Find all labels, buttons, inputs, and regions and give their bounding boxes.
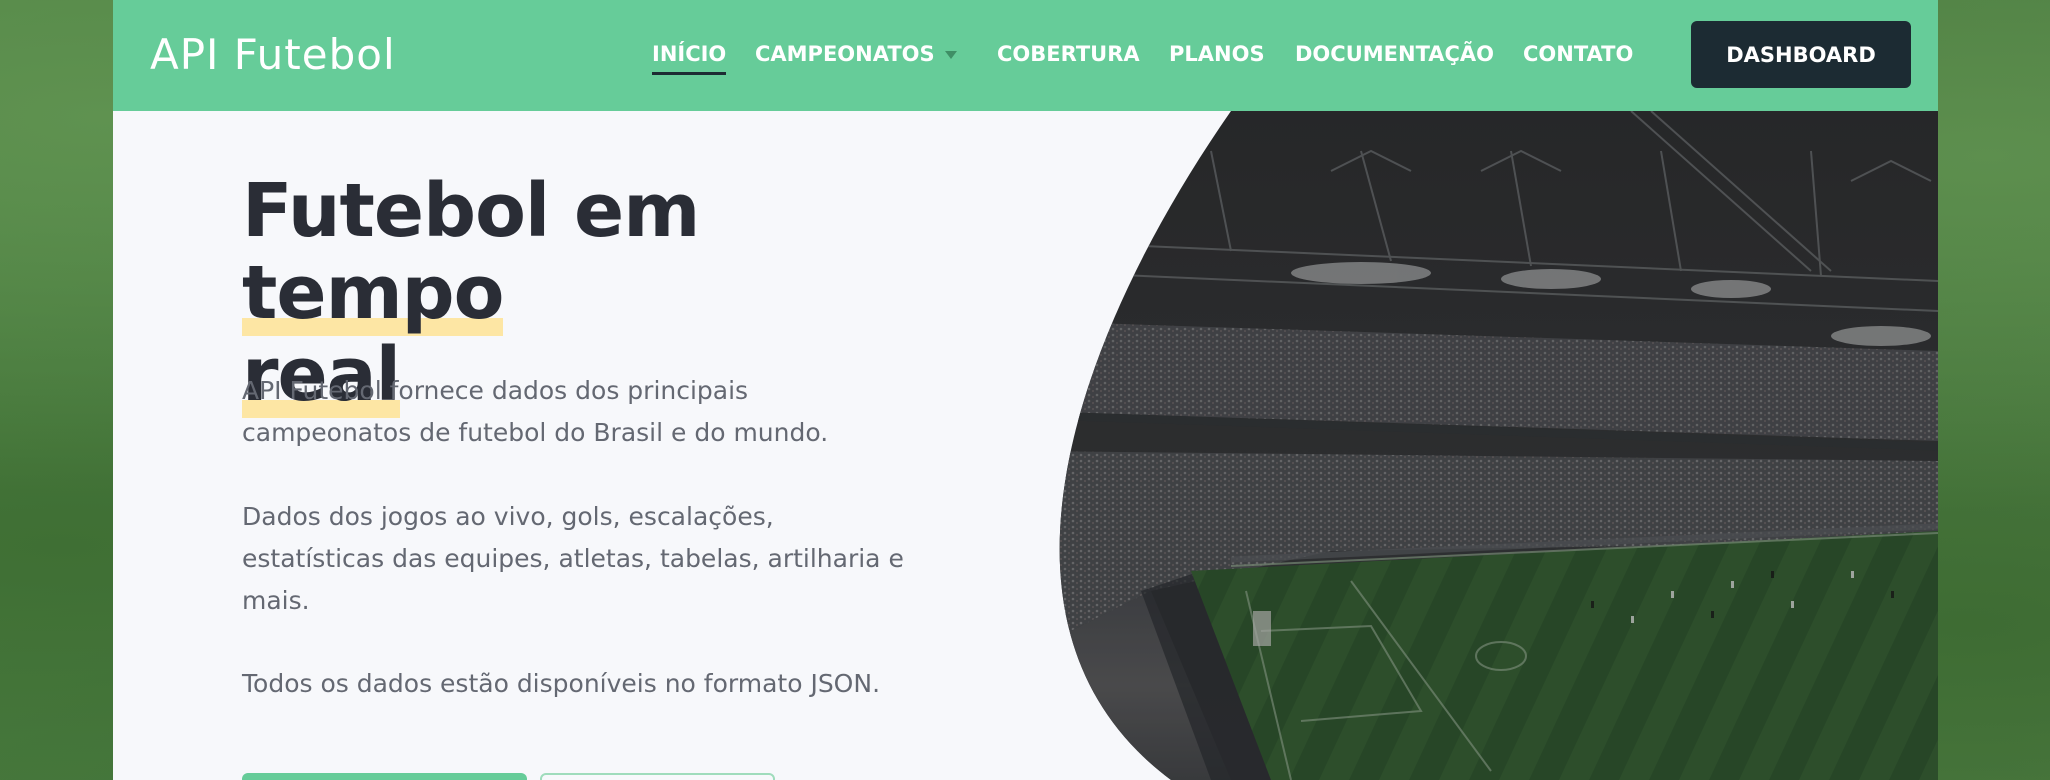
logo[interactable]: API Futebol xyxy=(150,30,396,79)
hero-paragraph-json: Todos os dados estão disponíveis no form… xyxy=(242,669,881,698)
nav-link-inicio[interactable]: INÍCIO xyxy=(652,42,727,75)
nav-link-planos[interactable]: PLANOS xyxy=(1169,42,1265,66)
navbar: API Futebol INÍCIO CAMPEONATOS COBERTURA… xyxy=(113,0,1938,111)
nav-link-documentacao[interactable]: DOCUMENTAÇÃO xyxy=(1295,42,1494,66)
hero-paragraph-intro: API Futebol fornece dados dos principais… xyxy=(242,376,829,447)
chevron-down-icon xyxy=(944,51,957,59)
stadium-illustration xyxy=(1031,111,1938,780)
nav-link-contato[interactable]: CONTATO xyxy=(1523,42,1633,66)
nav-link-campeonatos[interactable]: CAMPEONATOS xyxy=(755,42,957,66)
nav-link-cobertura[interactable]: COBERTURA xyxy=(997,42,1140,66)
page-container: API Futebol INÍCIO CAMPEONATOS COBERTURA… xyxy=(113,0,1938,780)
dashboard-button[interactable]: DASHBOARD xyxy=(1691,21,1911,88)
stadium-image xyxy=(1031,111,1938,780)
nav-link-campeonatos-label: CAMPEONATOS xyxy=(755,42,935,66)
hero-primary-button[interactable] xyxy=(242,773,527,780)
hero-paragraph-data: Dados dos jogos ao vivo, gols, escalaçõe… xyxy=(242,502,904,615)
hero-title-highlight-tempo: tempo xyxy=(242,250,504,336)
hero-title-text: Futebol em xyxy=(242,168,700,254)
hero-secondary-button[interactable] xyxy=(540,773,775,780)
